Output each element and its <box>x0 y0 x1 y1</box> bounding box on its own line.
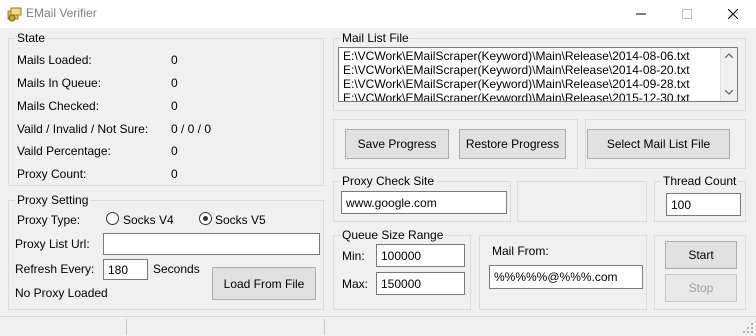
queue-max-input[interactable]: 150000 <box>376 272 465 295</box>
proxy-count-label: Proxy Count: <box>17 167 87 181</box>
mails-in-queue-value: 0 <box>171 76 178 90</box>
minimize-icon <box>636 13 646 15</box>
proxy-list-url-label: Proxy List Url: <box>15 237 90 251</box>
refresh-every-label: Refresh Every: <box>15 262 95 276</box>
proxy-type-label: Proxy Type: <box>17 213 81 227</box>
close-button[interactable] <box>710 0 756 28</box>
mail-list-item[interactable]: E:\VCWork\EMailScraper(Keyword)\Main\Rel… <box>343 50 690 63</box>
proxy-count-value: 0 <box>171 167 178 181</box>
mails-loaded-label: Mails Loaded: <box>17 53 92 67</box>
app-icon <box>7 7 22 22</box>
mail-list-item[interactable]: E:\VCWork\EMailScraper(Keyword)\Main\Rel… <box>343 78 690 91</box>
valid-invalid-value: 0 / 0 / 0 <box>171 122 212 136</box>
queue-min-label: Min: <box>342 249 365 263</box>
main-window: EMail Verifier State Mails Loaded: 0 Mai… <box>0 0 756 336</box>
mail-list-scrollbar[interactable] <box>720 48 737 101</box>
save-progress-button[interactable]: Save Progress <box>345 129 449 159</box>
mail-list-box[interactable]: E:\VCWork\EMailScraper(Keyword)\Main\Rel… <box>338 47 738 102</box>
valid-percentage-label: Vaild Percentage: <box>17 144 111 158</box>
select-mail-list-file-button[interactable]: Select Mail List File <box>587 129 730 159</box>
proxy-check-site-label: Proxy Check Site <box>340 174 437 188</box>
socks-v5-radio[interactable] <box>199 212 212 225</box>
empty-group <box>517 181 647 222</box>
queue-min-input[interactable]: 100000 <box>376 244 465 267</box>
queue-max-label: Max: <box>342 277 369 291</box>
mail-from-input[interactable]: %%%%%@%%%.com <box>489 265 643 289</box>
status-bar <box>0 316 756 336</box>
mail-list-item[interactable]: E:\VCWork\EMailScraper(Keyword)\Main\Rel… <box>343 64 690 77</box>
socks-v5-label[interactable]: Socks V5 <box>215 213 266 227</box>
status-separator <box>126 319 127 335</box>
mails-checked-label: Mails Checked: <box>17 99 100 113</box>
title-bar[interactable]: EMail Verifier <box>0 0 756 28</box>
socks-v4-label[interactable]: Socks V4 <box>123 213 174 227</box>
mail-list-group-label: Mail List File <box>340 31 411 45</box>
thread-count-input[interactable]: 100 <box>666 193 741 216</box>
window-title: EMail Verifier <box>26 6 97 20</box>
refresh-interval-input[interactable]: 180 <box>103 259 148 280</box>
thread-count-label: Thread Count <box>661 174 739 188</box>
queue-size-label: Queue Size Range <box>340 228 446 242</box>
mails-in-queue-label: Mails In Queue: <box>17 76 102 90</box>
scroll-down-icon[interactable] <box>725 90 733 95</box>
resize-grip-icon[interactable] <box>742 322 754 334</box>
restore-progress-button[interactable]: Restore Progress <box>459 129 566 159</box>
state-group-label: State <box>15 31 48 45</box>
mail-list-item[interactable]: E:\VCWork\EMailScraper(Keyword)\Main\Rel… <box>343 92 690 102</box>
load-from-file-button[interactable]: Load From File <box>212 267 316 300</box>
proxy-list-url-input[interactable] <box>103 233 320 255</box>
stop-button: Stop <box>665 274 737 302</box>
maximize-icon <box>682 9 692 19</box>
mail-from-label: Mail From: <box>492 244 549 258</box>
maximize-button <box>664 0 710 28</box>
proxy-setting-group-label: Proxy Setting <box>15 193 91 207</box>
valid-percentage-value: 0 <box>171 144 178 158</box>
socks-v4-radio[interactable] <box>106 212 119 225</box>
start-button[interactable]: Start <box>665 241 737 269</box>
proxy-status-text: No Proxy Loaded <box>15 286 108 300</box>
close-icon <box>728 9 738 19</box>
status-separator <box>324 319 325 335</box>
valid-invalid-label: Vaild / Invalid / Not Sure: <box>17 122 149 136</box>
minimize-button[interactable] <box>618 0 664 28</box>
proxy-check-site-input[interactable]: www.google.com <box>341 191 507 214</box>
refresh-unit-label: Seconds <box>153 262 200 276</box>
mails-checked-value: 0 <box>171 99 178 113</box>
scroll-up-icon[interactable] <box>725 53 733 58</box>
mails-loaded-value: 0 <box>171 53 178 67</box>
